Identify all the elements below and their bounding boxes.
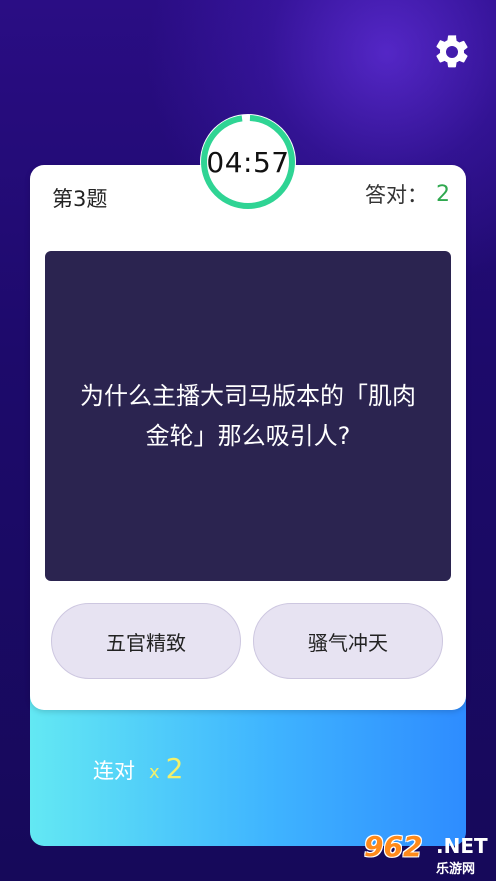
timer-value: 04:57 <box>206 145 290 179</box>
countdown-timer: 04:57 <box>199 113 297 211</box>
streak-multiplier-prefix: x <box>149 762 160 783</box>
score-counter: 答对： 2 <box>365 179 450 209</box>
question-text: 为什么主播大司马版本的「肌肉金轮」那么吸引人? <box>80 382 416 450</box>
answer-option-a[interactable]: 五官精致 <box>51 603 241 679</box>
settings-gear-icon[interactable] <box>432 32 472 72</box>
answer-option-b[interactable]: 骚气冲天 <box>253 603 443 679</box>
question-box: 为什么主播大司马版本的「肌肉金轮」那么吸引人? <box>45 251 451 581</box>
streak-value: 2 <box>165 752 184 785</box>
watermark: 962 .NET 乐游网 <box>358 828 496 881</box>
watermark-suffix: .NET <box>436 834 488 858</box>
score-value: 2 <box>436 181 450 207</box>
streak-panel: 连对 x 2 <box>30 690 466 846</box>
question-card: 第3题 答对： 2 为什么主播大司马版本的「肌肉金轮」那么吸引人? 五官精致 骚… <box>30 165 466 710</box>
watermark-subtitle: 乐游网 <box>436 862 476 877</box>
streak-counter: 连对 x 2 <box>93 752 183 785</box>
watermark-logo: 962 <box>364 830 423 863</box>
score-label: 答对： <box>365 183 428 207</box>
question-number: 第3题 <box>52 187 108 211</box>
gear-icon <box>436 35 468 68</box>
streak-label: 连对 <box>93 759 135 783</box>
